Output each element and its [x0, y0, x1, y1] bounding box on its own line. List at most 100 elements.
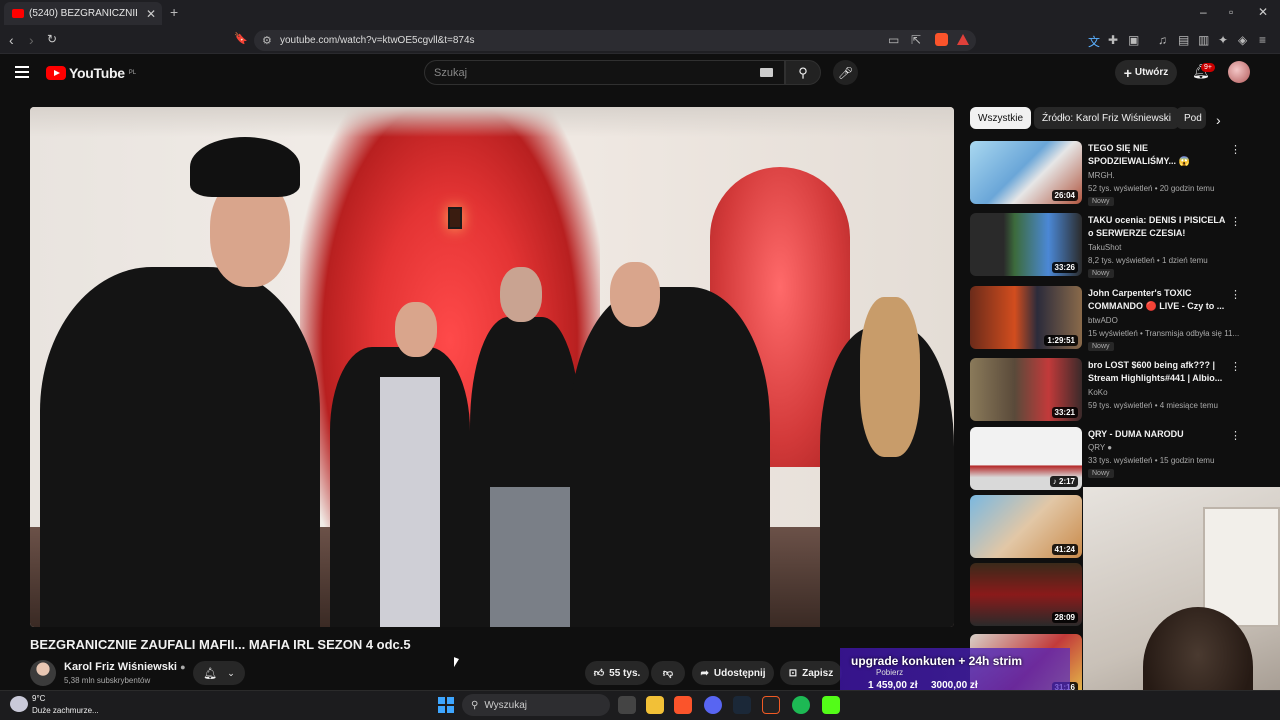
forward-icon[interactable]: ›: [29, 32, 34, 48]
download-label: Pobierz: [876, 668, 904, 677]
save-button[interactable]: ⊡ Zapisz: [780, 661, 842, 685]
minimize-button[interactable]: –: [1200, 5, 1207, 19]
video-thumbnail: 41:24: [970, 495, 1082, 558]
chip-more[interactable]: Pod: [1176, 107, 1206, 129]
screenshot-icon[interactable]: ▣: [1128, 33, 1139, 47]
file-explorer-icon[interactable]: [646, 696, 664, 714]
tab-close-icon[interactable]: ✕: [146, 7, 156, 21]
list-item[interactable]: 33:26 TAKU ocenia: DENIS I PISICELA o SE…: [970, 213, 1270, 278]
rec-meta: 8,2 tys. wyświetleń • 1 dzień temu: [1088, 256, 1208, 265]
new-badge: Nowy: [1088, 469, 1114, 478]
brave-browser-icon[interactable]: [674, 696, 692, 714]
kick-icon[interactable]: [822, 696, 840, 714]
face-hood: [610, 262, 660, 327]
hamburger-menu-icon[interactable]: [15, 66, 29, 81]
steam-icon[interactable]: [733, 696, 751, 714]
thumbs-up-icon: 👍︎: [593, 668, 605, 679]
like-button[interactable]: 👍︎ 55 tys.: [585, 661, 649, 685]
account-avatar[interactable]: [1228, 61, 1250, 83]
rec-title: QRY - DUMA NARODU: [1088, 429, 1184, 439]
logo-text: YouTube: [69, 65, 125, 81]
new-tab-button[interactable]: +: [170, 4, 178, 20]
brave-rewards-icon[interactable]: [957, 34, 969, 45]
rec-channel: MRGH.: [1088, 171, 1115, 180]
donation-goal-text: upgrade konkuten + 24h strim: [851, 654, 1023, 668]
chips-next-icon[interactable]: ›: [1216, 112, 1221, 128]
address-bar[interactable]: youtube.com/watch?v=ktwOE5cgvll&t=874s: [254, 30, 976, 51]
translate-icon[interactable]: 文: [1088, 33, 1100, 50]
subscription-bell-button[interactable]: 🔔︎ ⌄: [193, 661, 245, 685]
reload-icon[interactable]: ↻: [47, 32, 57, 46]
rec-title: bro LOST $600 being afk??? | Stream High…: [1088, 360, 1223, 383]
list-item[interactable]: 1:29:51 John Carpenter's TOXIC COMMANDO …: [970, 286, 1270, 351]
list-item[interactable]: ♪ 2:17 QRY - DUMA NARODU QRY ● 33 tys. w…: [970, 427, 1270, 492]
brave-shield-icon[interactable]: [935, 33, 948, 46]
list-item[interactable]: 33:21 bro LOST $600 being afk??? | Strea…: [970, 358, 1270, 423]
more-options-icon[interactable]: ⋮: [1230, 143, 1241, 156]
video-player[interactable]: [30, 107, 954, 627]
like-count: 55 tys.: [609, 667, 641, 679]
rec-channel: QRY ●: [1088, 443, 1112, 452]
rec-channel: btwADO: [1088, 316, 1118, 325]
tab-bar: [0, 0, 1280, 27]
app-icon[interactable]: [762, 696, 780, 714]
weather-temp: 9°C: [32, 694, 46, 703]
maximize-button[interactable]: ▫: [1229, 5, 1233, 19]
rec-title: TAKU ocenia: DENIS I PISICELA o SERWERZE…: [1088, 215, 1226, 238]
webcam-overlay: [1083, 487, 1280, 720]
share-arrow-icon: ➦: [700, 667, 709, 679]
menu-icon[interactable]: ≡: [1259, 33, 1266, 47]
more-options-icon[interactable]: ⋮: [1230, 360, 1241, 373]
duration-badge: 33:21: [1051, 407, 1078, 418]
more-options-icon[interactable]: ⋮: [1230, 288, 1241, 301]
list-item[interactable]: 26:04 TEGO SIĘ NIE SPODZIEWALIŚMY... 😱 M…: [970, 141, 1270, 206]
share-button[interactable]: ➦ Udostępnij: [692, 661, 774, 685]
dislike-button[interactable]: 👎︎: [651, 661, 685, 685]
save-icon: ⊡: [788, 667, 798, 679]
vpn-icon[interactable]: ◈: [1238, 33, 1247, 47]
wallet-icon[interactable]: ▥: [1198, 33, 1209, 47]
browser-tab[interactable]: (5240) BEZGRANICZNIE ZAUFALI ✕: [4, 2, 162, 25]
spotify-icon[interactable]: [792, 696, 810, 714]
face-middle: [500, 267, 542, 322]
media-icon[interactable]: ♫: [1158, 33, 1167, 47]
voice-search-button[interactable]: 🎤︎: [833, 60, 858, 85]
rec-title: John Carpenter's TOXIC COMMANDO 🔴 LIVE -…: [1088, 288, 1225, 311]
chip-source[interactable]: Źródło: Karol Friz Wiśniewski: [1034, 107, 1179, 129]
search-input[interactable]: Szukaj: [424, 60, 785, 85]
more-options-icon[interactable]: ⋮: [1230, 215, 1241, 228]
video-thumbnail: 1:29:51: [970, 286, 1082, 349]
extensions-icon[interactable]: ✚: [1108, 33, 1118, 47]
video-thumbnail: ♪ 2:17: [970, 427, 1082, 490]
site-info-icon[interactable]: ⚙: [262, 34, 272, 47]
hair-left: [190, 137, 300, 197]
search-button[interactable]: ⚲: [785, 60, 821, 85]
taskbar-search[interactable]: ⚲ Wyszukaj: [462, 694, 610, 716]
share-label: Udostępnij: [713, 667, 766, 679]
more-options-icon[interactable]: ⋮: [1230, 429, 1241, 442]
create-button[interactable]: + Utwórz: [1115, 60, 1177, 85]
back-icon[interactable]: ‹: [9, 32, 14, 48]
channel-name-text: Karol Friz Wiśniewski: [64, 661, 177, 673]
thumbs-down-icon: 👎︎: [662, 668, 674, 679]
discord-icon[interactable]: [704, 696, 722, 714]
weather-icon[interactable]: [10, 696, 28, 712]
video-thumbnail: 33:26: [970, 213, 1082, 276]
cast-icon[interactable]: ▭: [888, 33, 899, 47]
youtube-logo[interactable]: YouTube PL: [46, 65, 136, 81]
rec-meta: 15 wyświetleń • Transmisja odbyła się 11…: [1088, 329, 1240, 338]
duration-badge: 1:29:51: [1044, 335, 1078, 346]
leo-icon[interactable]: ✦: [1218, 33, 1228, 47]
keyboard-icon[interactable]: [760, 68, 773, 77]
share-icon[interactable]: ⇱: [911, 33, 921, 47]
close-window-button[interactable]: ✕: [1258, 5, 1268, 19]
channel-avatar[interactable]: [30, 660, 56, 686]
bookmark-icon[interactable]: 🔖: [234, 32, 248, 45]
windows-start-icon[interactable]: [438, 697, 454, 713]
sidebar-icon[interactable]: ▤: [1178, 33, 1189, 47]
task-view-icon[interactable]: [618, 696, 636, 714]
bell-icon: 🔔︎: [203, 667, 218, 680]
chip-all[interactable]: Wszystkie: [970, 107, 1031, 129]
channel-name[interactable]: Karol Friz Wiśniewski ●: [64, 661, 186, 673]
create-label: Utwórz: [1134, 67, 1169, 78]
